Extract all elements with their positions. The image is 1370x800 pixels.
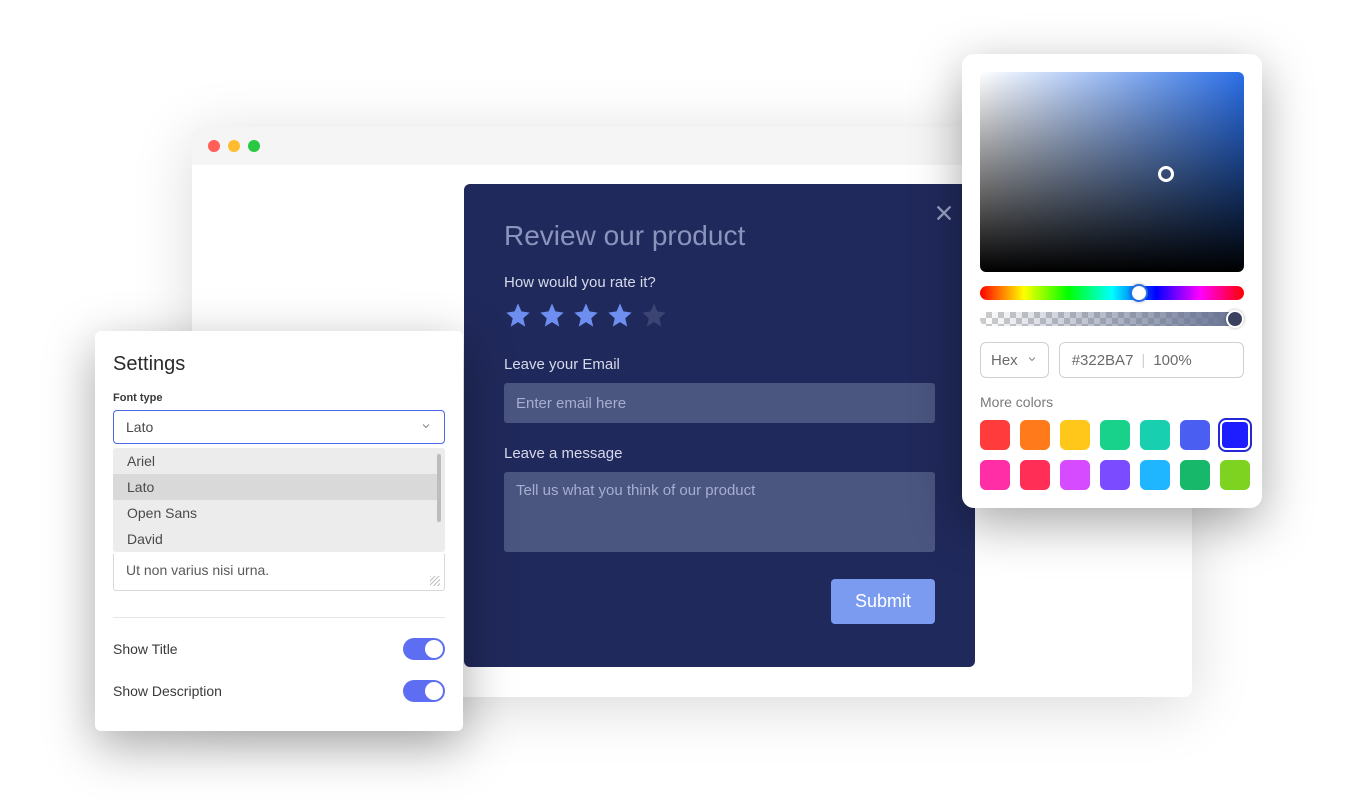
star-icon[interactable] (572, 301, 600, 334)
hex-value-field[interactable]: #322BA7 | 100% (1059, 342, 1244, 378)
color-swatch[interactable] (1020, 460, 1050, 490)
color-swatch[interactable] (1100, 420, 1130, 450)
color-swatch[interactable] (1140, 420, 1170, 450)
font-option[interactable]: Lato (113, 474, 437, 500)
message-label: Leave a message (504, 445, 935, 462)
opacity-slider[interactable] (980, 312, 1244, 326)
email-label: Leave your Email (504, 356, 935, 373)
window-minimize-dot[interactable] (228, 140, 240, 152)
font-type-selected-value: Lato (126, 419, 153, 435)
color-swatch[interactable] (980, 460, 1010, 490)
show-description-label: Show Description (113, 683, 222, 699)
opacity-value: 100% (1153, 352, 1191, 369)
color-swatch[interactable] (1180, 460, 1210, 490)
window-close-dot[interactable] (208, 140, 220, 152)
settings-panel: Settings Font type Lato Ariel Lato Open … (95, 331, 463, 731)
color-format-select[interactable]: Hex (980, 342, 1049, 378)
font-option[interactable]: Ariel (113, 448, 437, 474)
review-modal: Review our product How would you rate it… (464, 184, 975, 667)
show-title-label: Show Title (113, 641, 178, 657)
font-type-dropdown: Ariel Lato Open Sans David (113, 448, 445, 552)
font-type-select[interactable]: Lato (113, 410, 445, 444)
description-textarea[interactable]: Ut non varius nisi urna. (113, 554, 445, 591)
rating-question: How would you rate it? (504, 274, 935, 291)
chevron-down-icon (1026, 352, 1038, 369)
star-icon[interactable] (504, 301, 532, 334)
message-textarea[interactable] (504, 472, 935, 552)
color-gradient-field[interactable] (980, 72, 1244, 272)
gradient-handle[interactable] (1158, 166, 1174, 182)
color-format-value: Hex (991, 352, 1018, 369)
show-description-toggle[interactable] (403, 680, 445, 702)
star-icon[interactable] (606, 301, 634, 334)
show-title-toggle[interactable] (403, 638, 445, 660)
hue-handle[interactable] (1130, 284, 1148, 302)
font-type-label: Font type (113, 392, 445, 404)
star-icon-empty[interactable] (640, 301, 668, 334)
color-swatch[interactable] (1220, 420, 1250, 450)
hue-slider[interactable] (980, 286, 1244, 300)
more-colors-label: More colors (980, 394, 1244, 410)
color-swatch[interactable] (1060, 460, 1090, 490)
email-input[interactable] (504, 383, 935, 423)
chevron-down-icon (420, 420, 432, 435)
description-text: Ut non varius nisi urna. (126, 562, 269, 578)
font-option[interactable]: Open Sans (113, 500, 437, 526)
window-maximize-dot[interactable] (248, 140, 260, 152)
color-swatch[interactable] (1180, 420, 1210, 450)
opacity-handle[interactable] (1226, 310, 1244, 328)
star-rating[interactable] (504, 301, 935, 334)
resize-handle-icon[interactable] (430, 576, 440, 586)
font-option[interactable]: David (113, 526, 437, 552)
color-swatch[interactable] (1220, 460, 1250, 490)
divider (113, 617, 445, 618)
settings-title: Settings (113, 353, 445, 376)
color-picker: Hex #322BA7 | 100% More colors (962, 54, 1262, 508)
submit-button[interactable]: Submit (831, 579, 935, 624)
scrollbar[interactable] (437, 454, 441, 522)
close-icon[interactable] (933, 202, 955, 224)
value-separator: | (1141, 352, 1145, 369)
show-description-row: Show Description (113, 680, 445, 702)
show-title-row: Show Title (113, 638, 445, 660)
color-swatch[interactable] (1060, 420, 1090, 450)
color-swatch[interactable] (1100, 460, 1130, 490)
color-swatch[interactable] (1140, 460, 1170, 490)
color-swatches (980, 420, 1244, 490)
star-icon[interactable] (538, 301, 566, 334)
review-title: Review our product (504, 220, 935, 252)
color-swatch[interactable] (980, 420, 1010, 450)
hex-value: #322BA7 (1072, 352, 1134, 369)
color-swatch[interactable] (1020, 420, 1050, 450)
color-value-row: Hex #322BA7 | 100% (980, 342, 1244, 378)
